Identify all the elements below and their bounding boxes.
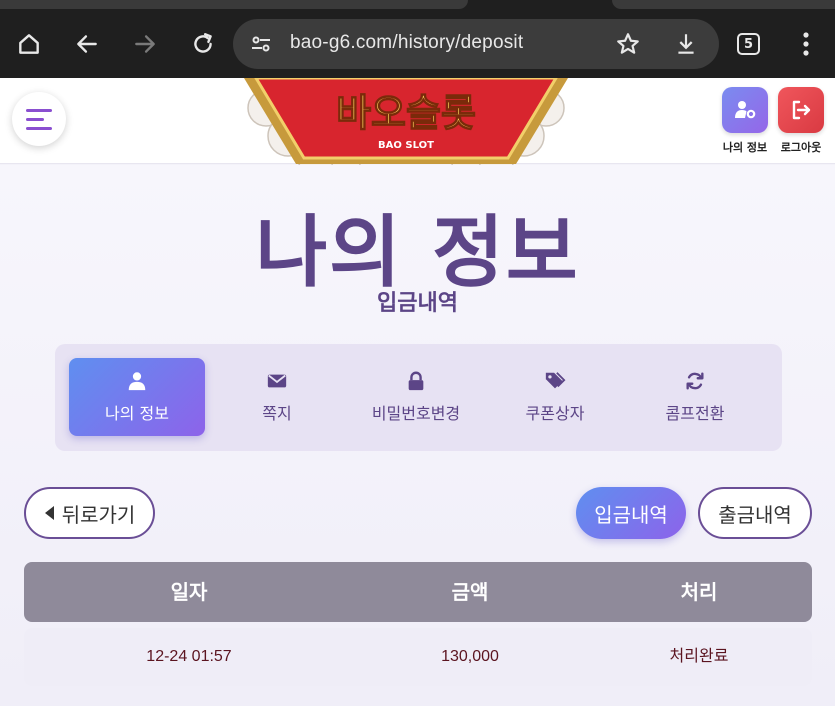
back-nav-button[interactable] (67, 24, 107, 64)
cell-status: 처리완료 (669, 648, 729, 665)
download-icon[interactable] (673, 31, 699, 57)
menu-button[interactable] (12, 92, 66, 146)
tab-messages[interactable]: 쪽지 (209, 358, 345, 436)
logo-text: 바오슬롯 (336, 91, 476, 135)
more-menu-icon[interactable] (794, 30, 818, 58)
column-header-date: 일자 (170, 580, 208, 604)
tab-label: 콤프전환 (665, 404, 725, 423)
tab-comp-conversion[interactable]: 콤프전환 (627, 358, 763, 436)
sync-icon (686, 372, 704, 390)
column-header-status: 처리 (680, 580, 718, 604)
tab-label: 나의 정보 (105, 404, 169, 423)
hamburger-line (26, 126, 52, 130)
account-tabs: 나의 정보 쪽지 비밀번호변경 쿠폰상자 콤프전환 (55, 344, 782, 451)
lock-icon (408, 371, 424, 391)
withdraw-history-button[interactable]: 출금내역 (698, 487, 812, 539)
arrow-left-icon (77, 35, 97, 53)
logout-label[interactable]: 로그아웃 (771, 139, 831, 155)
tab-change-password[interactable]: 비밀번호변경 (348, 358, 484, 436)
sign-out-icon (792, 100, 811, 120)
my-info-label[interactable]: 나의 정보 (715, 139, 775, 155)
tab-coupon-box[interactable]: 쿠폰상자 (487, 358, 623, 436)
tab-label: 비밀번호변경 (371, 404, 461, 423)
table-row: 12-24 01:57 130,000 처리완료 (24, 628, 812, 686)
user-cog-icon (735, 101, 756, 119)
tab-strip-left (0, 0, 468, 9)
back-label: 뒤로가기 (61, 502, 136, 527)
cell-date: 12-24 01:57 (146, 648, 232, 665)
hamburger-line (26, 108, 52, 112)
cell-amount: 130,000 (441, 648, 499, 665)
tags-icon (545, 372, 566, 389)
site-settings-icon[interactable] (249, 32, 273, 56)
forward-nav-button[interactable] (125, 24, 165, 64)
arrow-right-icon (135, 35, 155, 53)
deposit-history-button[interactable]: 입금내역 (576, 487, 686, 539)
caret-left-icon (44, 506, 54, 520)
site-logo[interactable]: 바오슬롯 BAO SLOT (236, 78, 576, 172)
bookmark-star-icon[interactable] (615, 31, 641, 57)
back-button[interactable]: 뒤로가기 (24, 487, 155, 539)
envelope-icon (267, 374, 287, 388)
my-info-button[interactable] (722, 87, 768, 133)
user-icon (128, 372, 146, 391)
tab-strip-right (612, 0, 835, 9)
tab-label: 쿠폰상자 (525, 404, 585, 423)
reload-button[interactable] (183, 24, 223, 64)
home-icon (19, 34, 39, 54)
tab-my-info[interactable]: 나의 정보 (69, 358, 205, 436)
logout-button[interactable] (778, 87, 824, 133)
address-bar[interactable]: bao-g6.com/history/deposit (233, 19, 719, 69)
hamburger-line (26, 117, 44, 121)
page-subtitle: 입금내역 (377, 291, 458, 316)
column-header-amount: 금액 (451, 580, 489, 604)
table-header: 일자 금액 처리 (24, 562, 812, 622)
tab-label: 쪽지 (262, 404, 292, 423)
browser-toolbar: bao-g6.com/history/deposit 5 (0, 0, 835, 78)
logo-subtext: BAO SLOT (378, 140, 434, 151)
tab-count-button[interactable]: 5 (737, 33, 760, 55)
url-text[interactable]: bao-g6.com/history/deposit (290, 32, 523, 54)
reload-icon (194, 33, 212, 53)
home-button[interactable] (9, 24, 49, 64)
